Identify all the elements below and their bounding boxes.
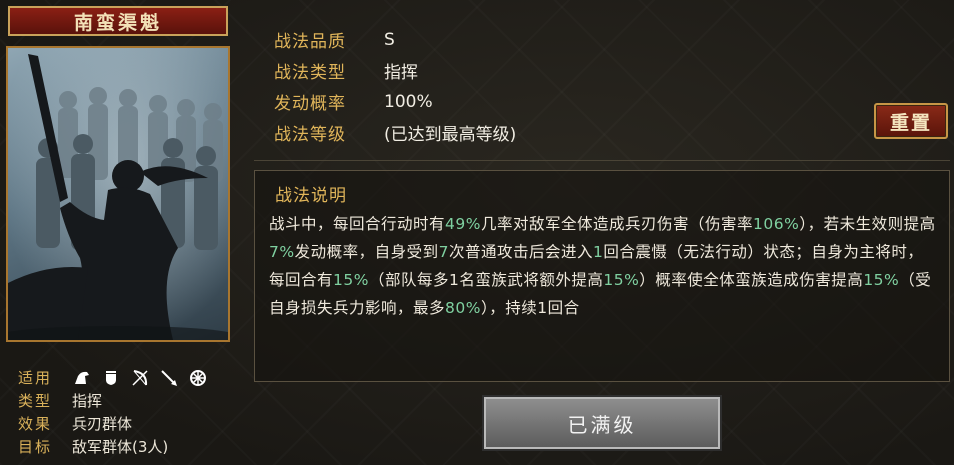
description-segment: 发动概率，自身受到 [294, 243, 439, 261]
quality-value: S [384, 29, 395, 50]
cavalry-icon [72, 369, 92, 387]
target-row: 目标 敌军群体(3人) [18, 435, 208, 458]
type-info-label: 战法类型 [274, 63, 346, 83]
applicable-row: 适用 [18, 366, 208, 389]
description-value: 15% [603, 271, 640, 289]
description-value: 7% [269, 243, 295, 261]
description-title: 战法说明 [275, 186, 347, 206]
tactic-meta: 适用 类型 指挥 效果 兵刃群体 目标 敌军群体(3人) [18, 366, 208, 458]
chance-row: 发动概率 100% [274, 86, 516, 117]
level-value: (已达到最高等级) [384, 125, 517, 145]
type-info-row: 战法类型 指挥 [274, 55, 516, 86]
description-text: 战斗中，每回合行动时有49%几率对敌军全体造成兵刃伤害（伤害率106%），若未生… [269, 210, 937, 322]
description-panel: 战法说明 战斗中，每回合行动时有49%几率对敌军全体造成兵刃伤害（伤害率106%… [254, 170, 950, 382]
type-value: 指挥 [72, 392, 103, 410]
description-segment: 次普通攻击后会进入 [448, 243, 593, 261]
description-value: 7 [438, 243, 449, 261]
divider [254, 160, 950, 161]
bow-icon [130, 369, 150, 387]
description-segment: ）概率使全体蛮族造成伤害提高 [639, 271, 864, 289]
description-value: 49% [445, 215, 481, 233]
type-row: 类型 指挥 [18, 389, 208, 412]
quality-label: 战法品质 [274, 32, 346, 52]
description-value: 15% [333, 271, 369, 289]
tactic-info: 战法品质 S 战法类型 指挥 发动概率 100% 战法等级 (已达到最高等级) [274, 24, 516, 148]
maxed-level-button: 已满级 [484, 397, 720, 449]
chance-label: 发动概率 [274, 94, 346, 114]
type-info-value: 指挥 [384, 63, 418, 83]
spear-icon [159, 369, 179, 387]
description-value: 106% [752, 215, 800, 233]
description-segment: ），若未生效则提高 [799, 215, 936, 233]
description-segment: 战斗中，每回合行动时有 [269, 215, 446, 233]
description-segment: （部队每多1名蛮族武将额外提高 [368, 271, 604, 289]
effect-row: 效果 兵刃群体 [18, 412, 208, 435]
chariot-icon [188, 369, 208, 387]
description-value: 15% [863, 271, 900, 289]
description-segment: 几率对敌军全体造成兵刃伤害（伤害率 [480, 215, 753, 233]
level-label: 战法等级 [274, 125, 346, 145]
target-label: 目标 [18, 438, 53, 456]
effect-label: 效果 [18, 415, 53, 433]
description-segment: ），持续1回合 [480, 299, 580, 317]
description-value: 1 [593, 243, 604, 261]
tactic-card-art [6, 46, 230, 342]
chance-value: 100% [384, 91, 433, 112]
troop-type-icons [72, 369, 208, 387]
tactic-name-banner: 南蛮渠魁 [8, 6, 228, 36]
applicable-label: 适用 [18, 369, 53, 387]
quality-row: 战法品质 S [274, 24, 516, 55]
shield-icon [101, 369, 121, 387]
effect-value: 兵刃群体 [72, 415, 133, 433]
description-value: 80% [445, 299, 481, 317]
reset-button[interactable]: 重置 [874, 103, 948, 139]
target-value: 敌军群体(3人) [72, 438, 169, 456]
level-row: 战法等级 (已达到最高等级) [274, 117, 516, 148]
type-label: 类型 [18, 392, 53, 410]
